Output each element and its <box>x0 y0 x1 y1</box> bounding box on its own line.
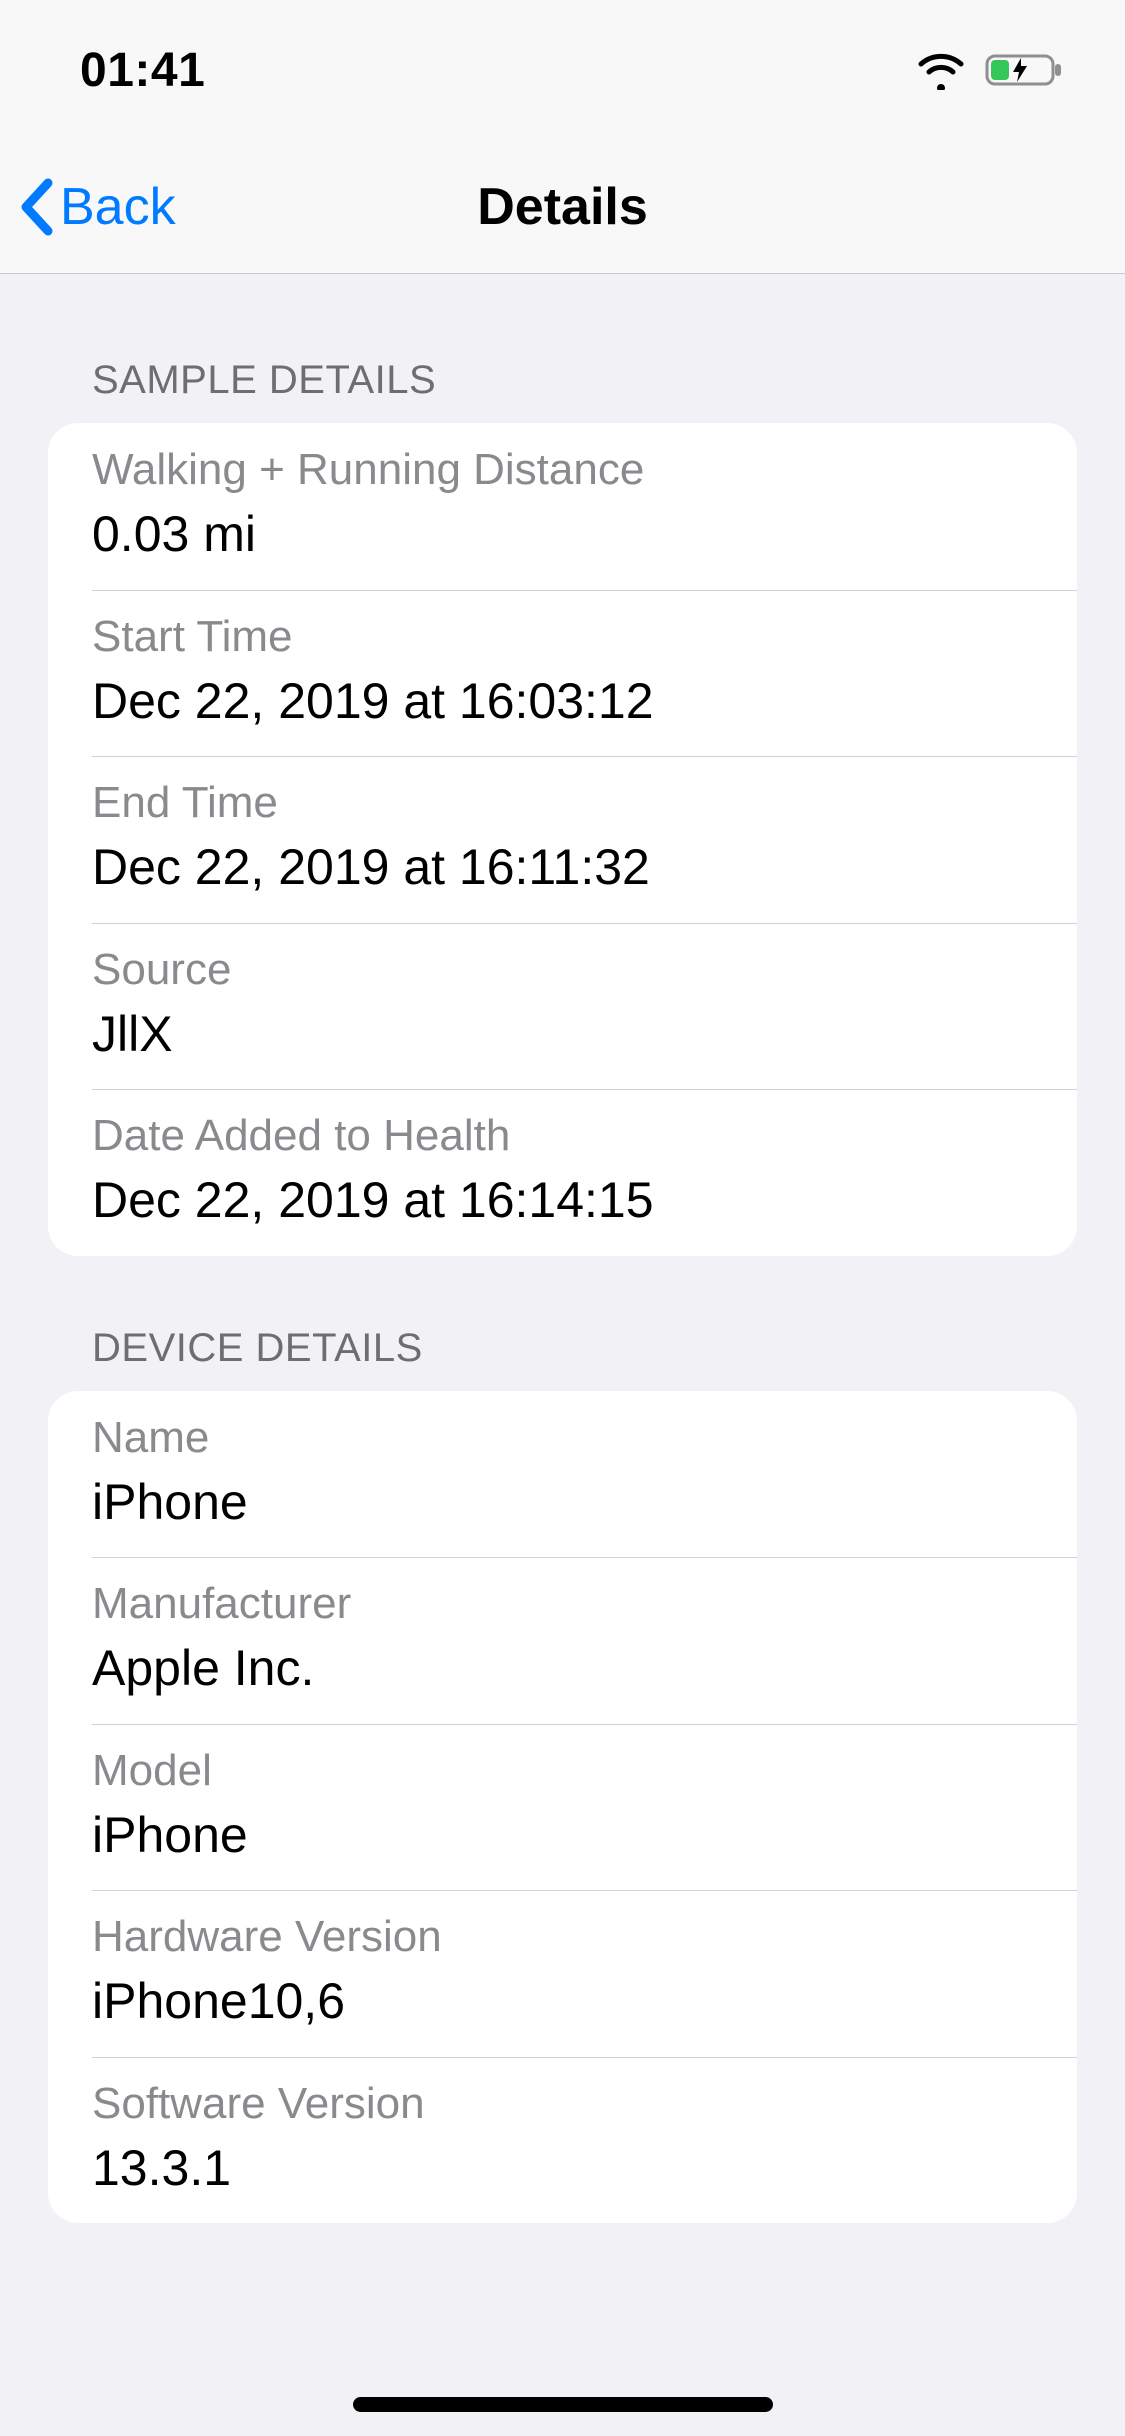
row-source: Source JllX <box>48 923 1077 1090</box>
row-value: Dec 22, 2019 at 16:14:15 <box>92 1169 1033 1232</box>
row-value: iPhone10,6 <box>92 1970 1033 2033</box>
row-end-time: End Time Dec 22, 2019 at 16:11:32 <box>48 756 1077 923</box>
row-label: Software Version <box>92 2079 1033 2129</box>
row-value: 0.03 mi <box>92 503 1033 566</box>
row-value: Apple Inc. <box>92 1637 1033 1700</box>
row-label: Date Added to Health <box>92 1111 1033 1161</box>
row-date-added: Date Added to Health Dec 22, 2019 at 16:… <box>48 1089 1077 1256</box>
row-software-version: Software Version 13.3.1 <box>48 2057 1077 2224</box>
row-model: Model iPhone <box>48 1724 1077 1891</box>
home-indicator[interactable] <box>353 2397 773 2412</box>
row-label: Manufacturer <box>92 1579 1033 1629</box>
row-label: Model <box>92 1746 1033 1796</box>
row-start-time: Start Time Dec 22, 2019 at 16:03:12 <box>48 590 1077 757</box>
battery-icon <box>985 50 1065 90</box>
wifi-icon <box>915 50 967 90</box>
nav-bar: Back Details <box>0 140 1125 274</box>
row-value: Dec 22, 2019 at 16:11:32 <box>92 836 1033 899</box>
section-header-sample: SAMPLE DETAILS <box>48 274 1077 423</box>
back-label: Back <box>60 177 176 237</box>
row-device-name: Name iPhone <box>48 1391 1077 1558</box>
group-sample-details: Walking + Running Distance 0.03 mi Start… <box>48 423 1077 1256</box>
group-device-details: Name iPhone Manufacturer Apple Inc. Mode… <box>48 1391 1077 2224</box>
row-label: Start Time <box>92 612 1033 662</box>
row-walking-running-distance: Walking + Running Distance 0.03 mi <box>48 423 1077 590</box>
row-value: 13.3.1 <box>92 2137 1033 2200</box>
status-right <box>915 50 1065 90</box>
row-value: iPhone <box>92 1804 1033 1867</box>
row-value: Dec 22, 2019 at 16:03:12 <box>92 670 1033 733</box>
row-label: Source <box>92 945 1033 995</box>
row-label: Hardware Version <box>92 1912 1033 1962</box>
row-manufacturer: Manufacturer Apple Inc. <box>48 1557 1077 1724</box>
status-bar: 01:41 <box>0 0 1125 140</box>
row-label: Walking + Running Distance <box>92 445 1033 495</box>
row-label: End Time <box>92 778 1033 828</box>
status-time: 01:41 <box>80 43 205 98</box>
back-button[interactable]: Back <box>18 177 176 237</box>
row-label: Name <box>92 1413 1033 1463</box>
chevron-left-icon <box>18 177 56 237</box>
content: SAMPLE DETAILS Walking + Running Distanc… <box>0 274 1125 2223</box>
row-hardware-version: Hardware Version iPhone10,6 <box>48 1890 1077 2057</box>
row-value: JllX <box>92 1003 1033 1066</box>
section-header-device: DEVICE DETAILS <box>48 1256 1077 1391</box>
row-value: iPhone <box>92 1471 1033 1534</box>
